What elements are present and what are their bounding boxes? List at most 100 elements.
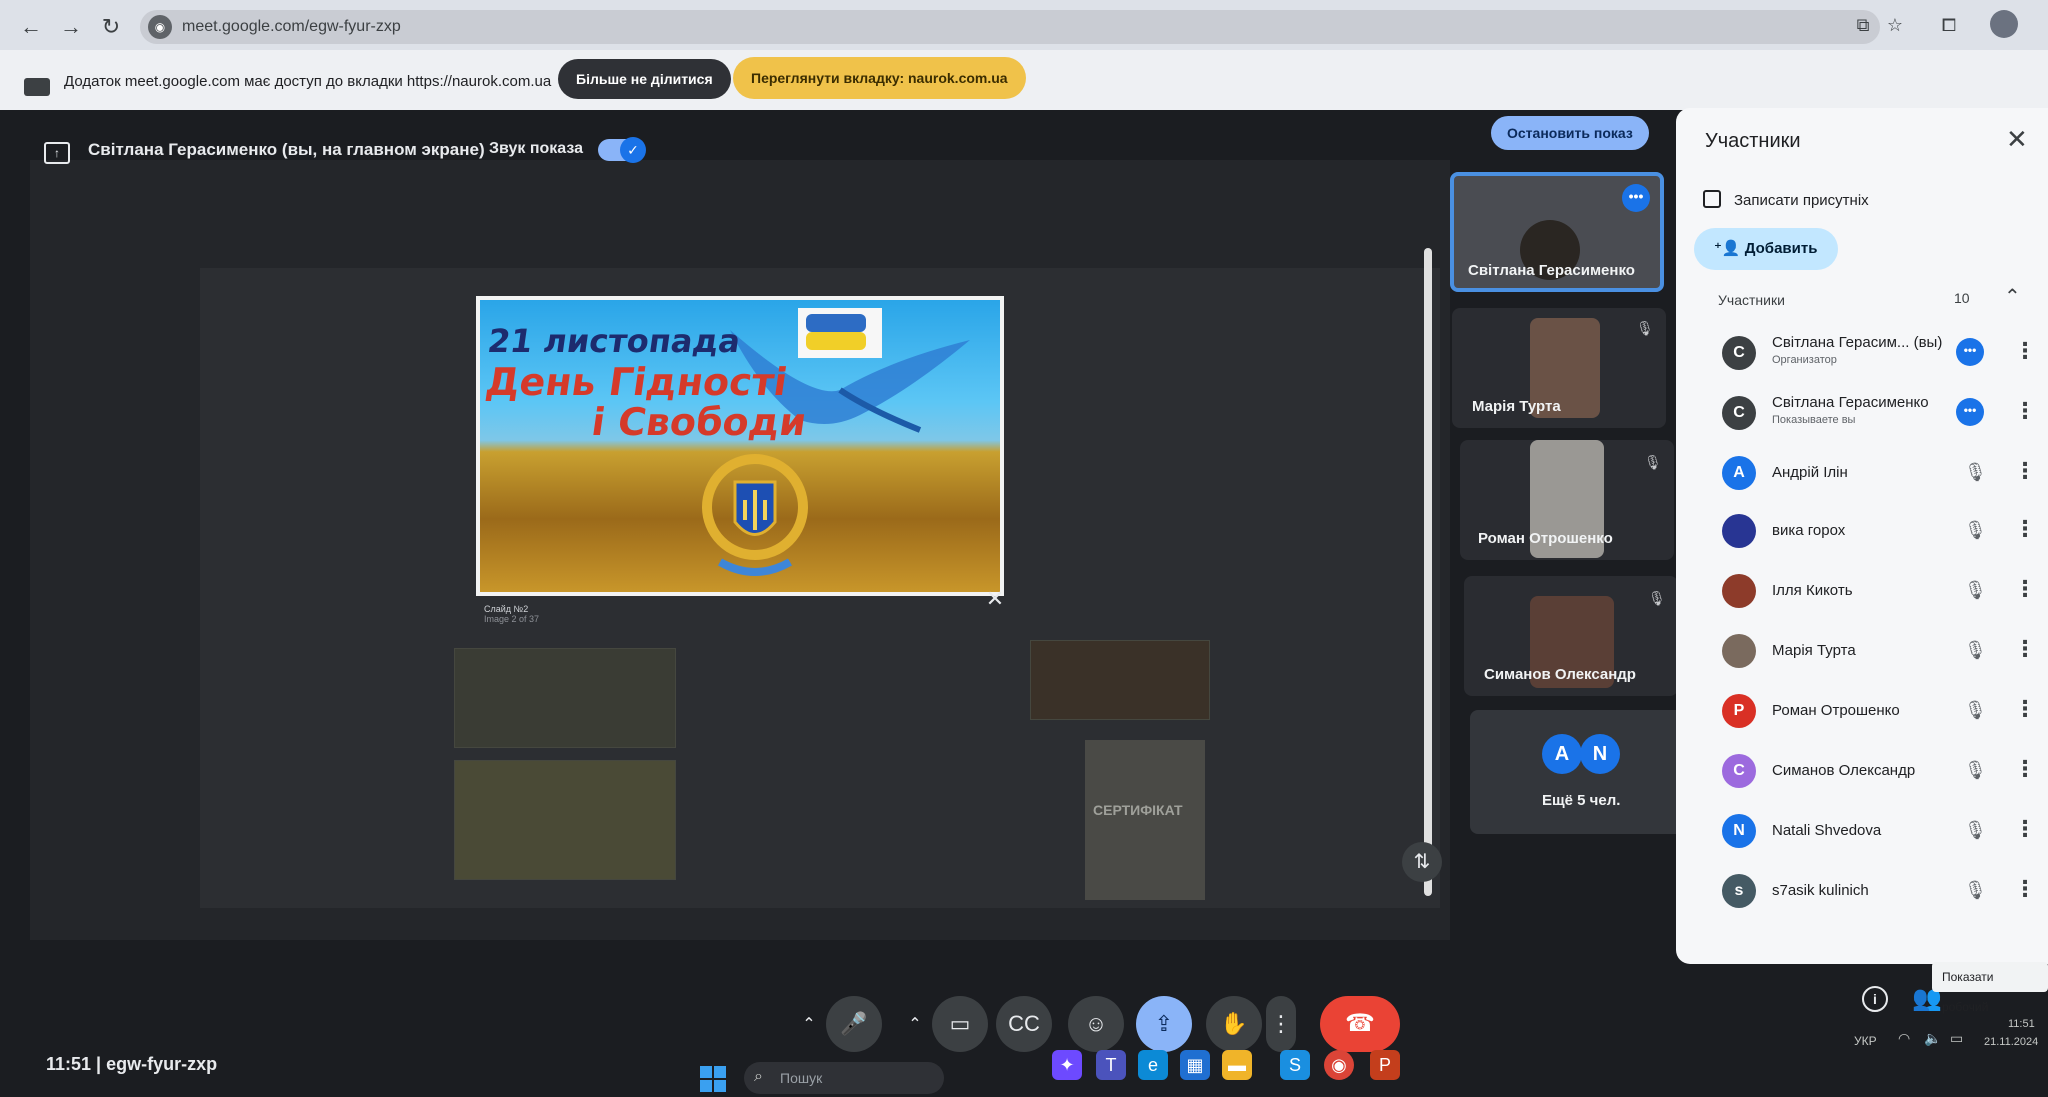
more-options-icon[interactable]: ••• xyxy=(1622,184,1650,212)
more-options-icon[interactable]: ⋮ xyxy=(2014,398,2036,424)
avatar: N xyxy=(1580,734,1620,774)
section-label: Участники xyxy=(1718,292,1785,308)
more-options-icon[interactable]: ⋮ xyxy=(2014,696,2036,722)
flag-blue-stripe xyxy=(806,314,866,332)
volume-icon[interactable]: 🔈 xyxy=(1924,1030,1941,1047)
info-icon[interactable]: i xyxy=(1862,986,1888,1012)
clock-time[interactable]: 11:51 xyxy=(2008,1018,2035,1030)
slide-title-line2: і Свободи xyxy=(588,400,810,444)
url-text[interactable]: meet.google.com/egw-fyur-zxp xyxy=(182,18,401,36)
close-icon[interactable]: ✕ xyxy=(2006,124,2028,155)
mic-off-icon: 🎙 xyxy=(1964,520,1987,540)
back-icon[interactable]: ← xyxy=(16,12,46,42)
address-bar[interactable] xyxy=(140,10,1880,44)
thumbnail-map xyxy=(454,760,676,880)
more-options-icon[interactable]: ⋮ xyxy=(2014,636,2036,662)
scrollbar[interactable] xyxy=(1424,248,1432,896)
more-options-icon[interactable]: ⋮ xyxy=(2014,516,2036,542)
search-icon: ⌕ xyxy=(754,1068,763,1085)
mic-off-icon: 🎙 xyxy=(1964,580,1987,600)
mic-off-icon: 🎙 xyxy=(1964,700,1987,720)
tile-name: Симанов Олександр xyxy=(1484,666,1636,683)
profile-avatar[interactable] xyxy=(1990,10,2018,38)
more-options-icon[interactable]: ⋮ xyxy=(2014,756,2036,782)
tile-name: Роман Отрошенко xyxy=(1478,530,1613,547)
chrome-icon[interactable]: ◉ xyxy=(1324,1050,1354,1080)
avatar: Р xyxy=(1722,694,1756,728)
file-explorer-icon[interactable]: ▬ xyxy=(1222,1050,1252,1080)
record-attendance-link[interactable]: Записати присутніх xyxy=(1734,192,1869,209)
switch-to-tab-button[interactable]: Переглянути вкладку: naurok.com.ua xyxy=(733,57,1026,99)
mic-off-icon: 🎙 xyxy=(1964,820,1987,840)
avatar xyxy=(1722,634,1756,668)
skype-icon[interactable]: S xyxy=(1280,1050,1310,1080)
participant-name: Роман Отрошенко xyxy=(1772,702,1900,719)
panel-title: Участники xyxy=(1705,130,1801,152)
windows-taskbar xyxy=(0,1040,2048,1097)
participant-row[interactable] xyxy=(1718,568,2048,618)
participant-row[interactable] xyxy=(1718,808,2048,858)
more-options-icon[interactable]: ⋮ xyxy=(2014,458,2036,484)
add-people-button[interactable]: ⁺👤 Добавить xyxy=(1694,228,1838,270)
slide-title-line1: День Гідності xyxy=(482,360,791,404)
participant-count: 10 xyxy=(1954,290,1970,306)
windows-start-icon[interactable] xyxy=(700,1066,726,1092)
avatar xyxy=(1722,574,1756,608)
avatar: С xyxy=(1722,336,1756,370)
edge-icon[interactable]: e xyxy=(1138,1050,1168,1080)
slide-caption: Слайд №2 Image 2 of 37 xyxy=(484,604,539,624)
participant-name: Симанов Олександр xyxy=(1772,762,1916,779)
stop-presenting-button[interactable]: Остановить показ xyxy=(1491,116,1649,150)
sound-label: Звук показа xyxy=(489,140,583,157)
wifi-icon[interactable]: ◠ xyxy=(1898,1030,1910,1047)
bookmark-star-icon[interactable]: ☆ xyxy=(1882,12,1908,38)
tooltip: Показати робочий xyxy=(1932,962,2048,1014)
avatar: С xyxy=(1722,754,1756,788)
speaking-indicator-icon: ••• xyxy=(1956,398,1984,426)
clock-date[interactable]: 21.11.2024 xyxy=(1984,1036,2038,1048)
presenter-label: Світлана Герасименко (вы, на главном экр… xyxy=(88,140,485,159)
tile-name: Марія Турта xyxy=(1472,398,1561,415)
thumbnail xyxy=(1030,640,1210,720)
mic-off-icon: 🎙 xyxy=(1964,462,1987,482)
save-attendance-icon[interactable] xyxy=(1703,190,1721,208)
certificate-thumbnail xyxy=(1085,740,1205,900)
forward-icon[interactable]: → xyxy=(56,12,86,42)
avatar xyxy=(1722,514,1756,548)
battery-icon[interactable]: ▭ xyxy=(1950,1030,1963,1047)
participant-row[interactable] xyxy=(1718,450,2048,500)
more-options-icon[interactable]: ⋮ xyxy=(2014,576,2036,602)
more-participants-tile[interactable] xyxy=(1470,710,1684,834)
more-options-icon[interactable]: ⋮ xyxy=(2014,338,2036,364)
open-in-new-icon[interactable]: ⧉ xyxy=(1850,12,1876,38)
store-icon[interactable]: ▦ xyxy=(1180,1050,1210,1080)
reload-icon[interactable]: ↻ xyxy=(96,12,126,42)
mic-off-icon: 🎙 xyxy=(1648,590,1666,606)
chevron-up-icon[interactable]: ⌃ xyxy=(902,1012,928,1038)
close-icon[interactable]: ✕ xyxy=(984,588,1006,610)
more-options-icon[interactable]: ⋮ xyxy=(2014,816,2036,842)
search-placeholder: Пошук xyxy=(780,1070,823,1086)
taskbar-search[interactable] xyxy=(744,1062,944,1094)
language-indicator[interactable]: УКР xyxy=(1854,1034,1877,1048)
participant-name: Natali Shvedova xyxy=(1772,822,1882,839)
powerpoint-icon[interactable]: P xyxy=(1370,1050,1400,1080)
participant-name: Світлана Герасим... (вы) xyxy=(1772,334,1943,351)
participant-row[interactable] xyxy=(1718,628,2048,678)
mic-off-icon: 🎙 xyxy=(1964,760,1987,780)
chevron-up-icon[interactable]: ⌃ xyxy=(796,1012,822,1038)
infobar-message: Додаток meet.google.com має доступ до вк… xyxy=(64,73,552,90)
stop-sharing-button[interactable]: Більше не ділитися xyxy=(558,59,731,99)
check-icon[interactable]: ✓ xyxy=(620,137,646,163)
avatar: А xyxy=(1722,456,1756,490)
more-options-icon[interactable]: ⋮ xyxy=(2014,876,2036,902)
chevron-up-icon[interactable]: ⌃ xyxy=(2004,284,2021,309)
participant-row[interactable] xyxy=(1718,868,2048,918)
extensions-icon[interactable]: ⧠ xyxy=(1936,12,1962,38)
copilot-icon[interactable]: ✦ xyxy=(1052,1050,1082,1080)
swap-layout-icon[interactable]: ⇅ xyxy=(1402,842,1442,882)
more-participants-label: Ещё 5 чел. xyxy=(1542,792,1621,809)
site-info-icon[interactable]: ◉ xyxy=(148,15,172,39)
participant-row[interactable] xyxy=(1718,508,2048,558)
teams-icon[interactable]: T xyxy=(1096,1050,1126,1080)
